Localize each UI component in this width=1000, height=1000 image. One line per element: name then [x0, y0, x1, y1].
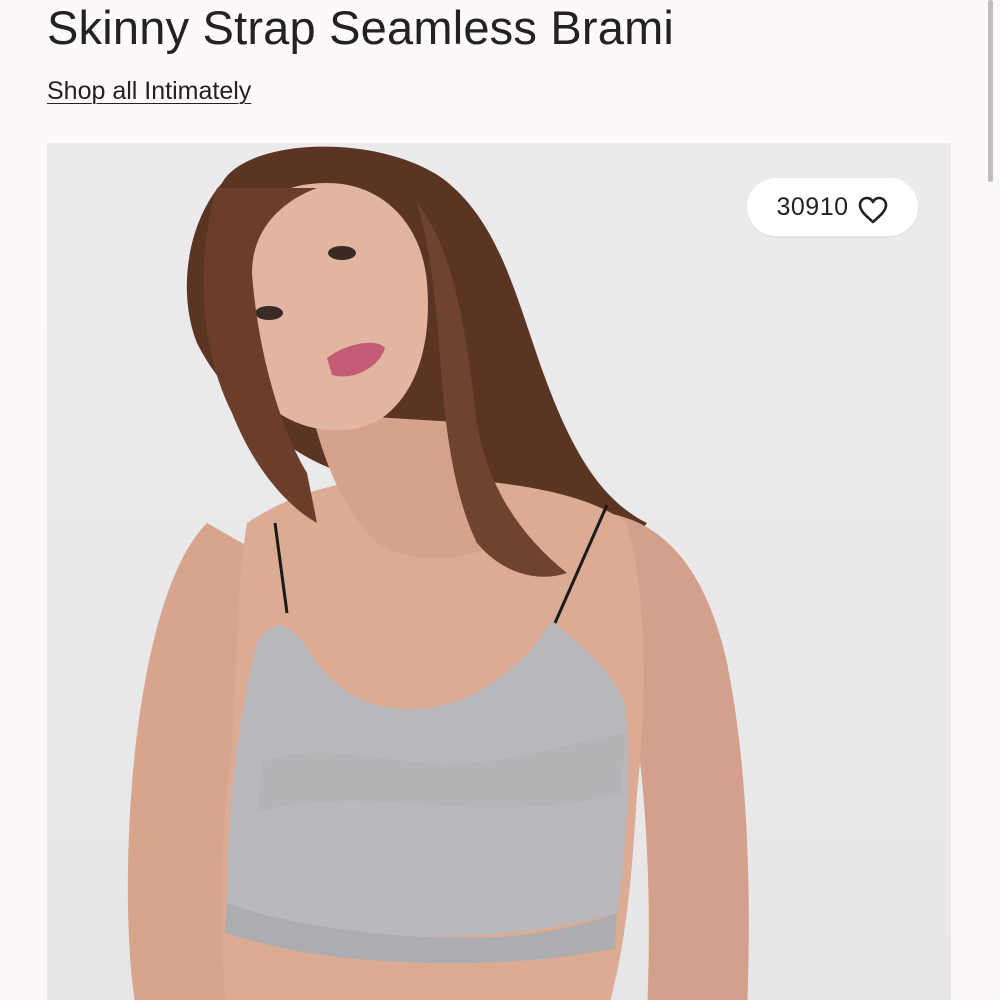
scrollbar[interactable]	[988, 0, 994, 1000]
like-button[interactable]: 30910	[747, 178, 918, 236]
left-eye	[255, 306, 283, 320]
model-photo-illustration	[127, 146, 749, 1000]
product-title: Skinny Strap Seamless Brami	[47, 1, 675, 54]
like-count: 30910	[776, 193, 849, 221]
scrollbar-thumb[interactable]	[988, 0, 993, 182]
product-page: Skinny Strap Seamless Brami Shop all Int…	[0, 0, 1000, 1000]
right-eye	[328, 246, 356, 260]
heart-outline-icon	[857, 195, 889, 225]
product-photo[interactable]	[47, 143, 951, 1000]
shop-all-link[interactable]: Shop all Intimately	[47, 74, 251, 108]
